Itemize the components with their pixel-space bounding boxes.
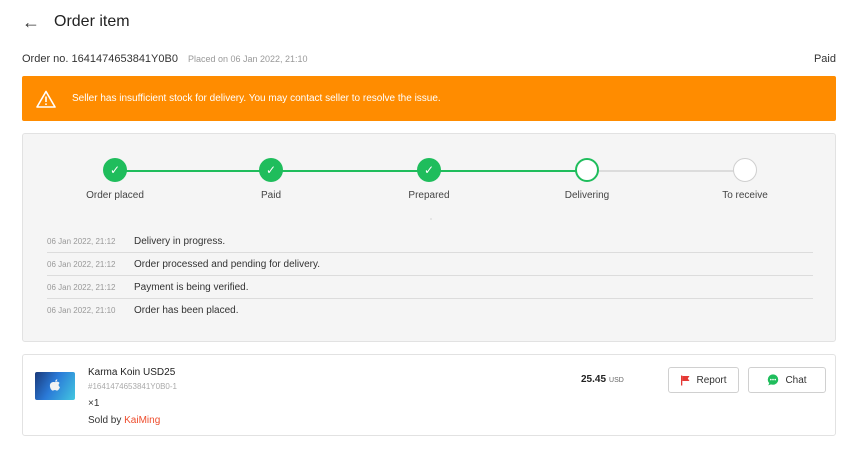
pending-step-circle: [733, 158, 757, 182]
product-quantity: ×1: [88, 398, 100, 409]
progress-line-done: [115, 170, 595, 172]
log-time: 06 Jan 2022, 21:12: [47, 236, 116, 246]
step-paid: ✓ Paid: [221, 158, 321, 201]
step-label: Delivering: [564, 190, 610, 201]
order-summary: Order no. 1641474653841Y0B0 Placed on 06…: [22, 52, 836, 66]
sold-by-label: Sold by: [88, 415, 125, 426]
order-tracking-card: ✓ Order placed ✓ Paid ✓ Prepared Deliver…: [22, 133, 836, 342]
product-thumbnail[interactable]: [35, 372, 75, 400]
step-label: To receive: [722, 190, 768, 201]
step-to-receive: To receive: [695, 158, 795, 201]
step-label: Paid: [260, 190, 281, 201]
seller-link[interactable]: KaiMing: [124, 415, 160, 426]
product-name: Karma Koin USD25: [88, 367, 176, 378]
log-text: Delivery in progress.: [134, 235, 226, 247]
log-text: Payment is being verified.: [134, 281, 249, 293]
warning-banner: Seller has insufficient stock for delive…: [22, 76, 836, 121]
check-icon: ✓: [103, 158, 127, 182]
log-row: 06 Jan 2022, 21:12 Order processed and p…: [47, 253, 813, 276]
report-label: Report: [696, 374, 727, 386]
log-time: 06 Jan 2022, 21:12: [47, 282, 116, 292]
step-prepared: ✓ Prepared: [379, 158, 479, 201]
step-label: Order placed: [86, 190, 144, 201]
report-button[interactable]: Report: [668, 367, 739, 393]
check-icon: ✓: [259, 158, 283, 182]
step-label: Prepared: [408, 190, 450, 201]
check-icon: ✓: [417, 158, 441, 182]
flag-icon: [681, 375, 690, 385]
chat-bubble-icon: [768, 374, 779, 386]
page-title: Order item: [54, 13, 130, 30]
step-delivering: Delivering: [537, 158, 637, 201]
order-status: Paid: [813, 53, 836, 65]
log-time: 06 Jan 2022, 21:12: [47, 259, 116, 269]
tracking-log: 06 Jan 2022, 21:12 Delivery in progress.…: [47, 230, 813, 322]
log-time: 06 Jan 2022, 21:10: [47, 306, 116, 315]
order-number: Order no. 1641474653841Y0B0: [22, 53, 178, 65]
divider-dot: [430, 218, 432, 220]
apple-logo-icon: [49, 379, 60, 391]
log-text: Order has been placed.: [134, 305, 239, 316]
current-step-circle: [575, 158, 599, 182]
warning-triangle-icon: [36, 90, 56, 108]
log-row: 06 Jan 2022, 21:10 Order has been placed…: [47, 299, 813, 322]
item-price: 25.45 USD: [581, 374, 624, 385]
order-placed-date: Placed on 06 Jan 2022, 21:10: [187, 54, 308, 64]
product-sku: #1641474653841Y0B0-1: [88, 382, 177, 391]
warning-message: Seller has insufficient stock for delive…: [72, 93, 441, 104]
step-order-placed: ✓ Order placed: [65, 158, 165, 201]
progress-stepper: ✓ Order placed ✓ Paid ✓ Prepared Deliver…: [23, 158, 835, 218]
arrow-left-icon[interactable]: ←: [22, 13, 44, 31]
page-header: ← Order item: [22, 12, 130, 32]
log-text: Order processed and pending for delivery…: [134, 258, 321, 270]
chat-label: Chat: [785, 374, 807, 386]
log-row: 06 Jan 2022, 21:12 Delivery in progress.: [47, 230, 813, 253]
log-row: 06 Jan 2022, 21:12 Payment is being veri…: [47, 276, 813, 299]
price-value: 25.45: [581, 374, 607, 385]
sold-by: Sold by KaiMing: [88, 415, 160, 426]
order-item-card: Karma Koin USD25 #1641474653841Y0B0-1 ×1…: [22, 354, 836, 436]
price-currency: USD: [609, 377, 624, 384]
chat-button[interactable]: Chat: [748, 367, 826, 393]
